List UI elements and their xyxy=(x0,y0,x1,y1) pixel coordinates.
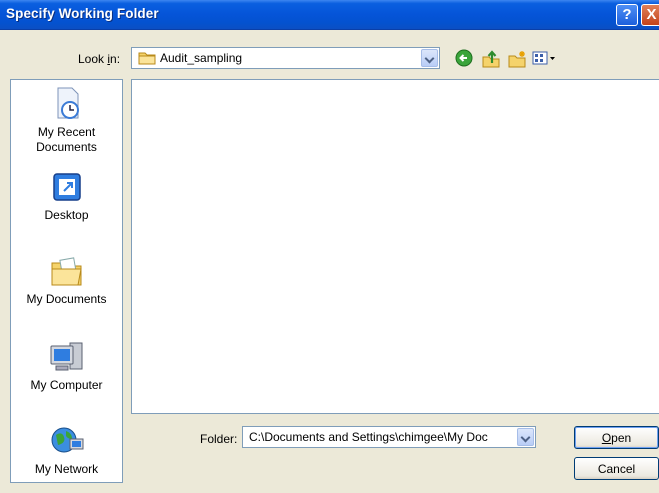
folder-dropdown-arrow[interactable] xyxy=(517,428,534,446)
place-my-documents[interactable]: My Documents xyxy=(11,255,122,307)
place-label: My Computer xyxy=(30,378,103,392)
cancel-button[interactable]: Cancel xyxy=(574,457,659,480)
folder-label: Folder: xyxy=(200,432,238,446)
look-in-value: Audit_sampling xyxy=(160,51,243,65)
places-bar: My Recent Documents Desktop My Documents xyxy=(10,79,123,483)
look-in-dropdown-arrow[interactable] xyxy=(421,49,438,67)
my-computer-icon xyxy=(11,341,122,375)
place-my-network[interactable]: My Network xyxy=(11,425,122,477)
my-documents-icon xyxy=(11,255,122,289)
place-label: Documents xyxy=(36,140,97,154)
place-my-computer[interactable]: My Computer xyxy=(11,341,122,393)
place-label: My Documents xyxy=(26,292,107,306)
new-folder-icon[interactable] xyxy=(507,49,527,69)
place-desktop[interactable]: Desktop xyxy=(11,171,122,223)
up-one-level-icon[interactable] xyxy=(481,49,501,69)
window-title: Specify Working Folder xyxy=(6,6,159,21)
folder-icon xyxy=(138,51,156,68)
back-icon[interactable] xyxy=(455,49,475,69)
look-in-dropdown[interactable]: Audit_sampling xyxy=(131,47,440,69)
help-button[interactable]: ? xyxy=(616,4,638,26)
my-network-icon xyxy=(11,425,122,459)
place-label: My Network xyxy=(34,462,99,476)
look-in-label: Look in: xyxy=(78,52,121,66)
view-menu-icon[interactable] xyxy=(531,49,559,69)
place-recent-documents[interactable]: My Recent Documents xyxy=(11,86,122,155)
close-button[interactable]: X xyxy=(641,4,659,26)
title-bar[interactable]: Specify Working Folder ? X xyxy=(0,0,659,30)
recent-documents-icon xyxy=(11,86,122,122)
open-button[interactable]: Open xyxy=(574,426,659,449)
place-label: Desktop xyxy=(44,208,89,222)
folder-path-value[interactable]: C:\Documents and Settings\chimgee\My Doc xyxy=(249,430,515,444)
file-list[interactable] xyxy=(131,79,659,414)
place-label: My Recent xyxy=(37,125,96,139)
desktop-icon xyxy=(11,171,122,205)
folder-path-combobox[interactable]: C:\Documents and Settings\chimgee\My Doc xyxy=(242,426,536,448)
